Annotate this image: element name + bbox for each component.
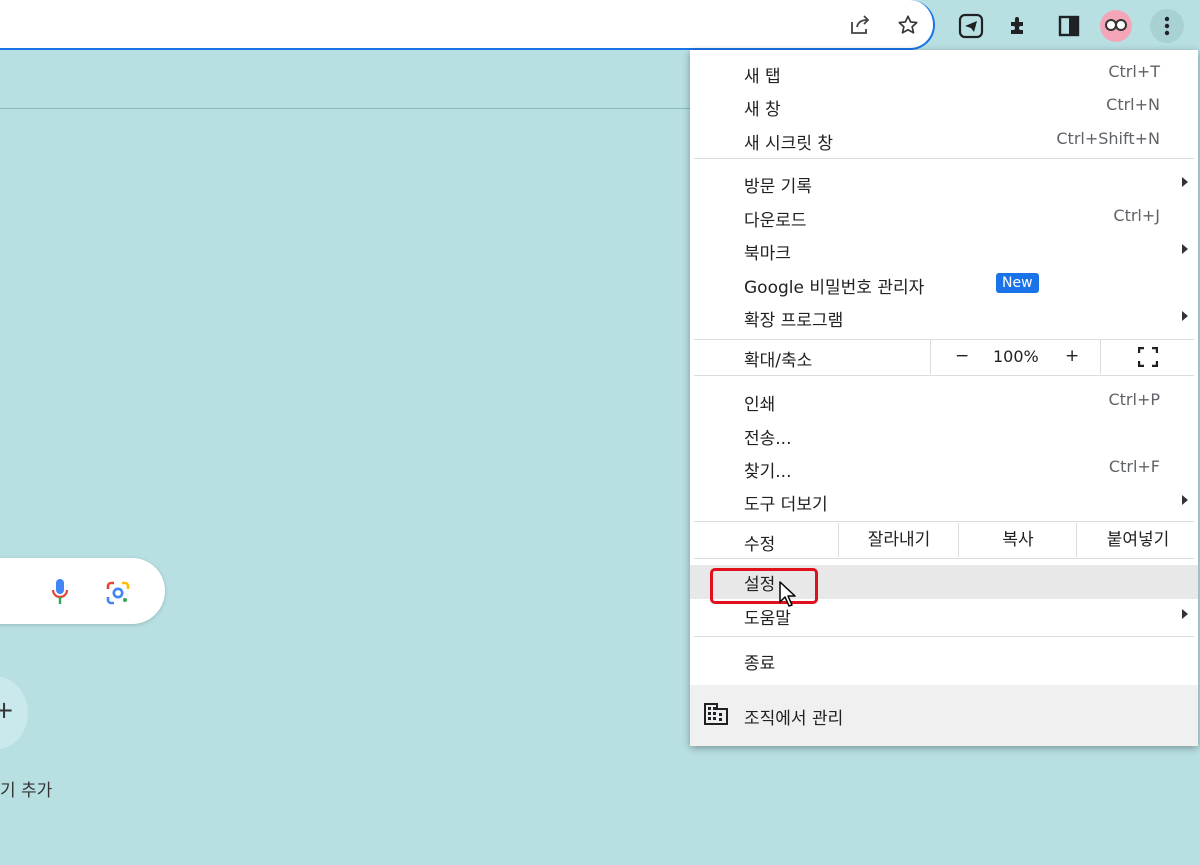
telegram-icon[interactable] <box>955 10 987 42</box>
menu-separator <box>694 375 1194 376</box>
submenu-arrow-icon <box>1182 244 1188 254</box>
menu-item-label: 전송... <box>744 429 792 449</box>
menu-item-label: 찾기... <box>744 462 792 482</box>
menu-item-cast[interactable]: 전송... <box>690 419 1198 451</box>
zoom-label: 확대/축소 <box>744 351 813 371</box>
edit-label: 수정 <box>744 535 776 555</box>
paste-button[interactable]: 붙여넣기 <box>1076 523 1199 557</box>
menu-item-shortcut: Ctrl+F <box>1108 457 1160 476</box>
menu-item-label: 종료 <box>744 654 776 674</box>
menu-item-label: 인쇄 <box>744 395 776 415</box>
fullscreen-button[interactable] <box>1100 340 1199 374</box>
zoom-out-button[interactable]: − <box>955 346 969 366</box>
menu-item-shortcut: Ctrl+J <box>1113 206 1160 225</box>
fullscreen-icon <box>1138 347 1158 367</box>
menu-item-help[interactable]: 도움말 <box>690 599 1198 631</box>
extensions-icon[interactable] <box>1003 10 1035 42</box>
menu-item-label: 새 시크릿 창 <box>744 134 834 154</box>
menu-item-print[interactable]: 인쇄 Ctrl+P <box>690 385 1198 417</box>
google-lens-icon[interactable] <box>105 580 131 610</box>
menu-item-shortcut: Ctrl+P <box>1108 390 1160 409</box>
menu-item-label: 새 창 <box>744 100 781 120</box>
search-box[interactable] <box>0 558 165 624</box>
zoom-in-button[interactable]: + <box>1065 346 1079 366</box>
zoom-level: 100% <box>993 347 1039 366</box>
menu-item-new-window[interactable]: 새 창 Ctrl+N <box>690 90 1198 122</box>
menu-separator <box>694 636 1194 637</box>
cut-button[interactable]: 잘라내기 <box>838 523 959 557</box>
submenu-arrow-icon <box>1182 311 1188 321</box>
menu-item-downloads[interactable]: 다운로드 Ctrl+J <box>690 201 1198 233</box>
submenu-arrow-icon <box>1182 177 1188 187</box>
menu-item-label: 방문 기록 <box>744 177 812 197</box>
menu-item-shortcut: Ctrl+N <box>1106 95 1160 114</box>
microphone-icon[interactable] <box>50 578 70 610</box>
menu-item-label: 확장 프로그램 <box>744 311 844 331</box>
menu-item-exit[interactable]: 종료 <box>690 644 1198 676</box>
chrome-menu: 새 탭 Ctrl+T 새 창 Ctrl+N 새 시크릿 창 Ctrl+Shift… <box>690 50 1198 746</box>
address-bar[interactable] <box>0 0 935 50</box>
menu-item-label: 도움말 <box>744 609 791 629</box>
menu-item-label: Google 비밀번호 관리자 <box>744 278 925 298</box>
menu-separator <box>694 558 1194 559</box>
toolbar-divider <box>0 108 690 109</box>
zoom-row: 확대/축소 − 100% + <box>690 340 1198 374</box>
side-panel-icon[interactable] <box>1053 10 1085 42</box>
menu-item-find[interactable]: 찾기... Ctrl+F <box>690 452 1198 484</box>
menu-item-incognito[interactable]: 새 시크릿 창 Ctrl+Shift+N <box>690 124 1198 156</box>
menu-item-label: 다운로드 <box>744 211 807 231</box>
star-icon[interactable] <box>895 12 921 38</box>
menu-item-shortcut: Ctrl+T <box>1108 62 1160 81</box>
menu-item-shortcut: Ctrl+Shift+N <box>1056 129 1160 148</box>
submenu-arrow-icon <box>1182 495 1188 505</box>
menu-item-managed-by-org[interactable]: 조직에서 관리 <box>690 685 1198 746</box>
menu-item-label: 새 탭 <box>744 67 781 87</box>
add-shortcut-plus: + <box>0 696 15 724</box>
submenu-arrow-icon <box>1182 609 1188 619</box>
building-icon <box>704 703 728 725</box>
menu-separator <box>694 158 1194 159</box>
menu-item-extensions[interactable]: 확장 프로그램 <box>690 301 1198 333</box>
share-icon[interactable] <box>847 12 873 38</box>
menu-item-label: 조직에서 관리 <box>744 709 844 729</box>
menu-item-new-tab[interactable]: 새 탭 Ctrl+T <box>690 57 1198 89</box>
menu-item-label: 북마크 <box>744 244 791 264</box>
new-badge: New <box>996 273 1039 293</box>
add-shortcut-label: 기 추가 <box>0 781 53 801</box>
profile-avatar[interactable] <box>1100 10 1132 42</box>
copy-button[interactable]: 복사 <box>958 523 1077 557</box>
menu-item-bookmarks[interactable]: 북마크 <box>690 234 1198 266</box>
menu-item-label: 도구 더보기 <box>744 495 828 515</box>
menu-item-more-tools[interactable]: 도구 더보기 <box>690 485 1198 517</box>
menu-item-history[interactable]: 방문 기록 <box>690 167 1198 199</box>
more-menu-icon[interactable] <box>1150 9 1184 43</box>
zoom-controls: − 100% + <box>930 340 1101 374</box>
menu-separator <box>694 521 1194 522</box>
edit-row: 수정 잘라내기 복사 붙여넣기 <box>690 523 1198 557</box>
browser-toolbar <box>0 0 1200 54</box>
menu-item-password-manager[interactable]: Google 비밀번호 관리자 New <box>690 268 1198 300</box>
